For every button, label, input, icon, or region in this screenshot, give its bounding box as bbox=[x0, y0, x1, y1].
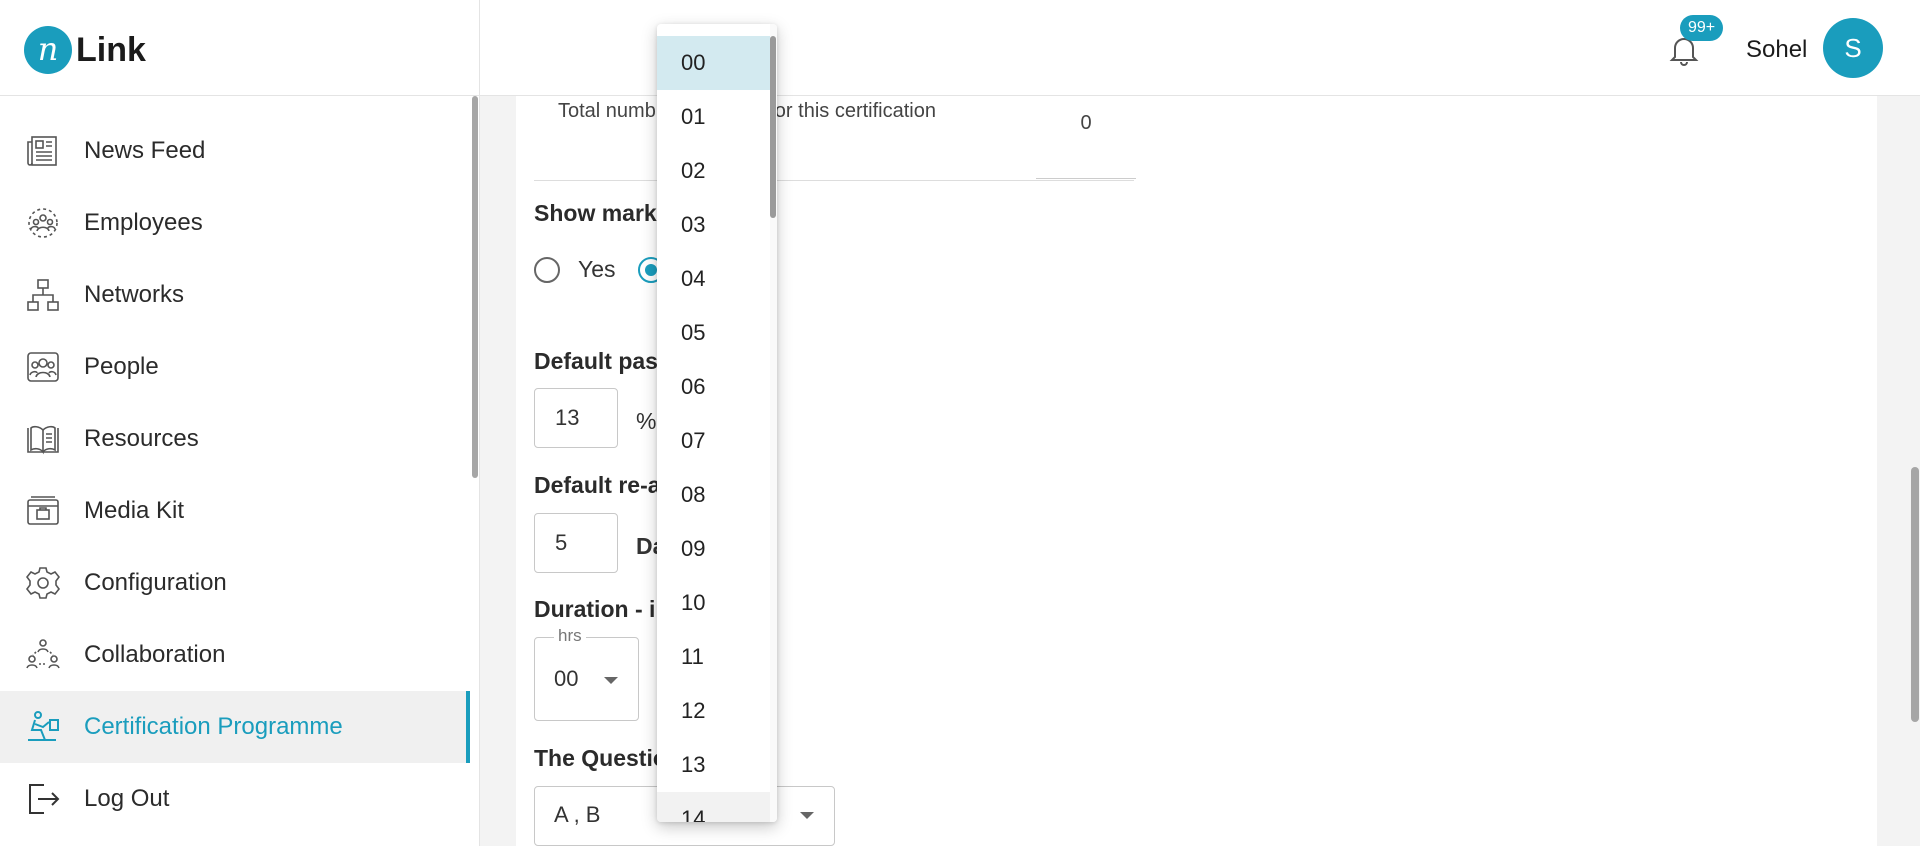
pass-percentage-input[interactable]: 13 bbox=[534, 388, 618, 448]
hours-option[interactable]: 12 bbox=[657, 684, 771, 738]
media-kit-icon bbox=[24, 492, 62, 530]
hours-legend: hrs bbox=[554, 626, 586, 646]
sidebar-item-label: Networks bbox=[84, 281, 185, 308]
hours-option[interactable]: 09 bbox=[657, 522, 771, 576]
collaboration-icon bbox=[24, 636, 62, 674]
certification-icon bbox=[24, 708, 62, 746]
resources-icon bbox=[24, 420, 62, 458]
sidebar-scrollbar[interactable] bbox=[472, 96, 478, 478]
sidebar-item-certification-programme[interactable]: Certification Programme bbox=[0, 691, 470, 763]
hours-option[interactable]: 10 bbox=[657, 576, 771, 630]
percent-suffix: % bbox=[636, 408, 657, 434]
hours-option[interactable]: 06 bbox=[657, 360, 771, 414]
dropdown-scrollbar[interactable] bbox=[770, 36, 776, 218]
sidebar-item-resources[interactable]: Resources bbox=[0, 403, 470, 475]
sidebar-item-label: Media Kit bbox=[84, 497, 185, 524]
sidebar-divider bbox=[0, 95, 479, 96]
question-type-value: A , B bbox=[554, 802, 601, 827]
sidebar-item-media-kit[interactable]: Media Kit bbox=[0, 475, 470, 547]
total-value-underline bbox=[1036, 178, 1136, 179]
hours-option[interactable]: 07 bbox=[657, 414, 771, 468]
default-reattempt-label: Default re-a bbox=[534, 472, 661, 498]
hours-option[interactable]: 08 bbox=[657, 468, 771, 522]
people-icon bbox=[24, 348, 62, 386]
sidebar-item-log-out[interactable]: Log Out bbox=[0, 763, 470, 835]
sidebar-item-employees[interactable]: Employees bbox=[0, 187, 470, 259]
logo-text: Link bbox=[76, 30, 146, 69]
hours-option-list: 00 01 02 03 04 05 06 07 08 09 10 11 12 1… bbox=[657, 36, 771, 822]
radio-yes[interactable] bbox=[534, 256, 560, 283]
sidebar-nav: News Feed Employees Networks People Reso… bbox=[0, 115, 470, 835]
hours-select[interactable] bbox=[534, 637, 639, 721]
logo-mark: n bbox=[24, 26, 72, 74]
user-name[interactable]: Sohel bbox=[1746, 36, 1807, 64]
total-questions-value: 0 bbox=[1080, 112, 1092, 134]
gear-icon bbox=[24, 564, 62, 602]
sidebar-item-label: Resources bbox=[84, 425, 199, 452]
hours-dropdown-menu: 00 01 02 03 04 05 06 07 08 09 10 11 12 1… bbox=[657, 24, 777, 822]
chevron-down-icon[interactable] bbox=[604, 677, 618, 684]
sidebar: n Link News Feed Employees Networks Peop… bbox=[0, 0, 480, 846]
networks-icon bbox=[24, 276, 62, 314]
employees-icon bbox=[24, 204, 62, 242]
sidebar-item-configuration[interactable]: Configuration bbox=[0, 547, 470, 619]
main-scrollbar[interactable] bbox=[1911, 467, 1919, 722]
sidebar-item-label: Configuration bbox=[84, 569, 227, 596]
hours-option[interactable]: 02 bbox=[657, 144, 771, 198]
row-divider bbox=[534, 180, 1134, 181]
logout-icon bbox=[24, 780, 62, 818]
hours-option[interactable]: 11 bbox=[657, 630, 771, 684]
logo[interactable]: n Link bbox=[24, 26, 146, 74]
duration-label: Duration - i bbox=[534, 596, 656, 622]
sidebar-item-networks[interactable]: Networks bbox=[0, 259, 470, 331]
hours-option[interactable]: 04 bbox=[657, 252, 771, 306]
hours-option[interactable]: 13 bbox=[657, 738, 771, 792]
show-marks-radio-group: Yes bbox=[534, 256, 664, 283]
avatar[interactable]: S bbox=[1823, 18, 1883, 78]
sidebar-item-label: Employees bbox=[84, 209, 203, 236]
hours-option[interactable]: 05 bbox=[657, 306, 771, 360]
sidebar-item-label: Certification Programme bbox=[84, 713, 343, 740]
hours-option[interactable]: 00 bbox=[657, 36, 771, 90]
hours-option[interactable]: 03 bbox=[657, 198, 771, 252]
sidebar-item-label: News Feed bbox=[84, 137, 206, 164]
reattempt-days-input[interactable]: 5 bbox=[534, 513, 618, 573]
radio-yes-label[interactable]: Yes bbox=[578, 256, 616, 283]
sidebar-item-label: Collaboration bbox=[84, 641, 226, 668]
notification-badge: 99+ bbox=[1680, 15, 1724, 41]
news-feed-icon bbox=[24, 132, 62, 170]
hours-value: 00 bbox=[554, 666, 579, 691]
sidebar-item-label: People bbox=[84, 353, 159, 380]
sidebar-item-label: Log Out bbox=[84, 785, 170, 812]
hours-option[interactable]: 14 bbox=[657, 792, 771, 822]
hours-option[interactable]: 01 bbox=[657, 90, 771, 144]
chevron-down-icon[interactable] bbox=[800, 812, 814, 819]
sidebar-item-people[interactable]: People bbox=[0, 331, 470, 403]
sidebar-item-news-feed[interactable]: News Feed bbox=[0, 115, 470, 187]
sidebar-item-collaboration[interactable]: Collaboration bbox=[0, 619, 470, 691]
